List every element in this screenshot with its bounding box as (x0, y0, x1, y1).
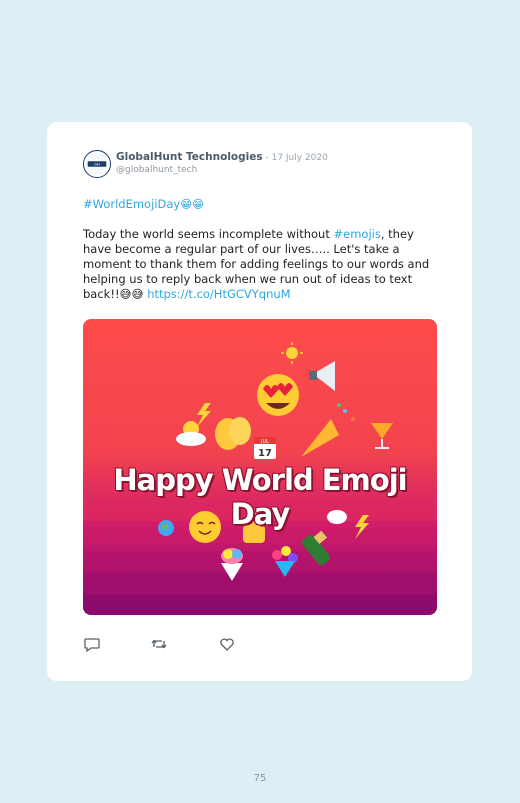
retweet-button[interactable] (150, 635, 168, 653)
author-name-text[interactable]: GlobalHunt Technologies (116, 151, 263, 163)
page-number: 75 (253, 773, 267, 784)
tweet-date: - 17 July 2020 (262, 153, 328, 163)
svg-text:17: 17 (258, 448, 272, 459)
author-handle[interactable]: @globalhunt_tech (116, 165, 197, 175)
hashtag-world-emoji-day[interactable]: #WorldEmojiDay😁😁 (83, 197, 204, 211)
reply-button[interactable] (83, 635, 101, 653)
avatar[interactable]: GH (83, 150, 111, 178)
svg-text:GH: GH (94, 162, 100, 166)
hashtag-emojis[interactable]: #emojis (334, 227, 381, 241)
like-button[interactable] (218, 635, 236, 653)
svg-text:JUL: JUL (260, 439, 269, 445)
tweet-text-part1: Today the world seems incomplete without (83, 227, 334, 241)
author-name[interactable]: GlobalHunt Technologies - 17 July 2020 (116, 151, 328, 163)
tweet-link[interactable]: https://t.co/HtGCVYqnuM (147, 287, 290, 301)
retweet-icon (151, 639, 167, 649)
heart-eyes-face-icon (257, 374, 299, 416)
tweet-card: GH GlobalHunt Technologies - 17 July 202… (47, 122, 472, 681)
tweet-actions (83, 635, 243, 655)
reply-icon (84, 638, 100, 653)
emoji-day-banner[interactable]: JUL 17 Happy World Emoji Day (83, 319, 437, 615)
tweet-text: Today the world seems incomplete without… (83, 227, 443, 302)
like-icon (220, 638, 234, 651)
banner-title: Happy World Emoji Day (113, 463, 407, 531)
calendar-icon: JUL 17 (254, 437, 276, 459)
